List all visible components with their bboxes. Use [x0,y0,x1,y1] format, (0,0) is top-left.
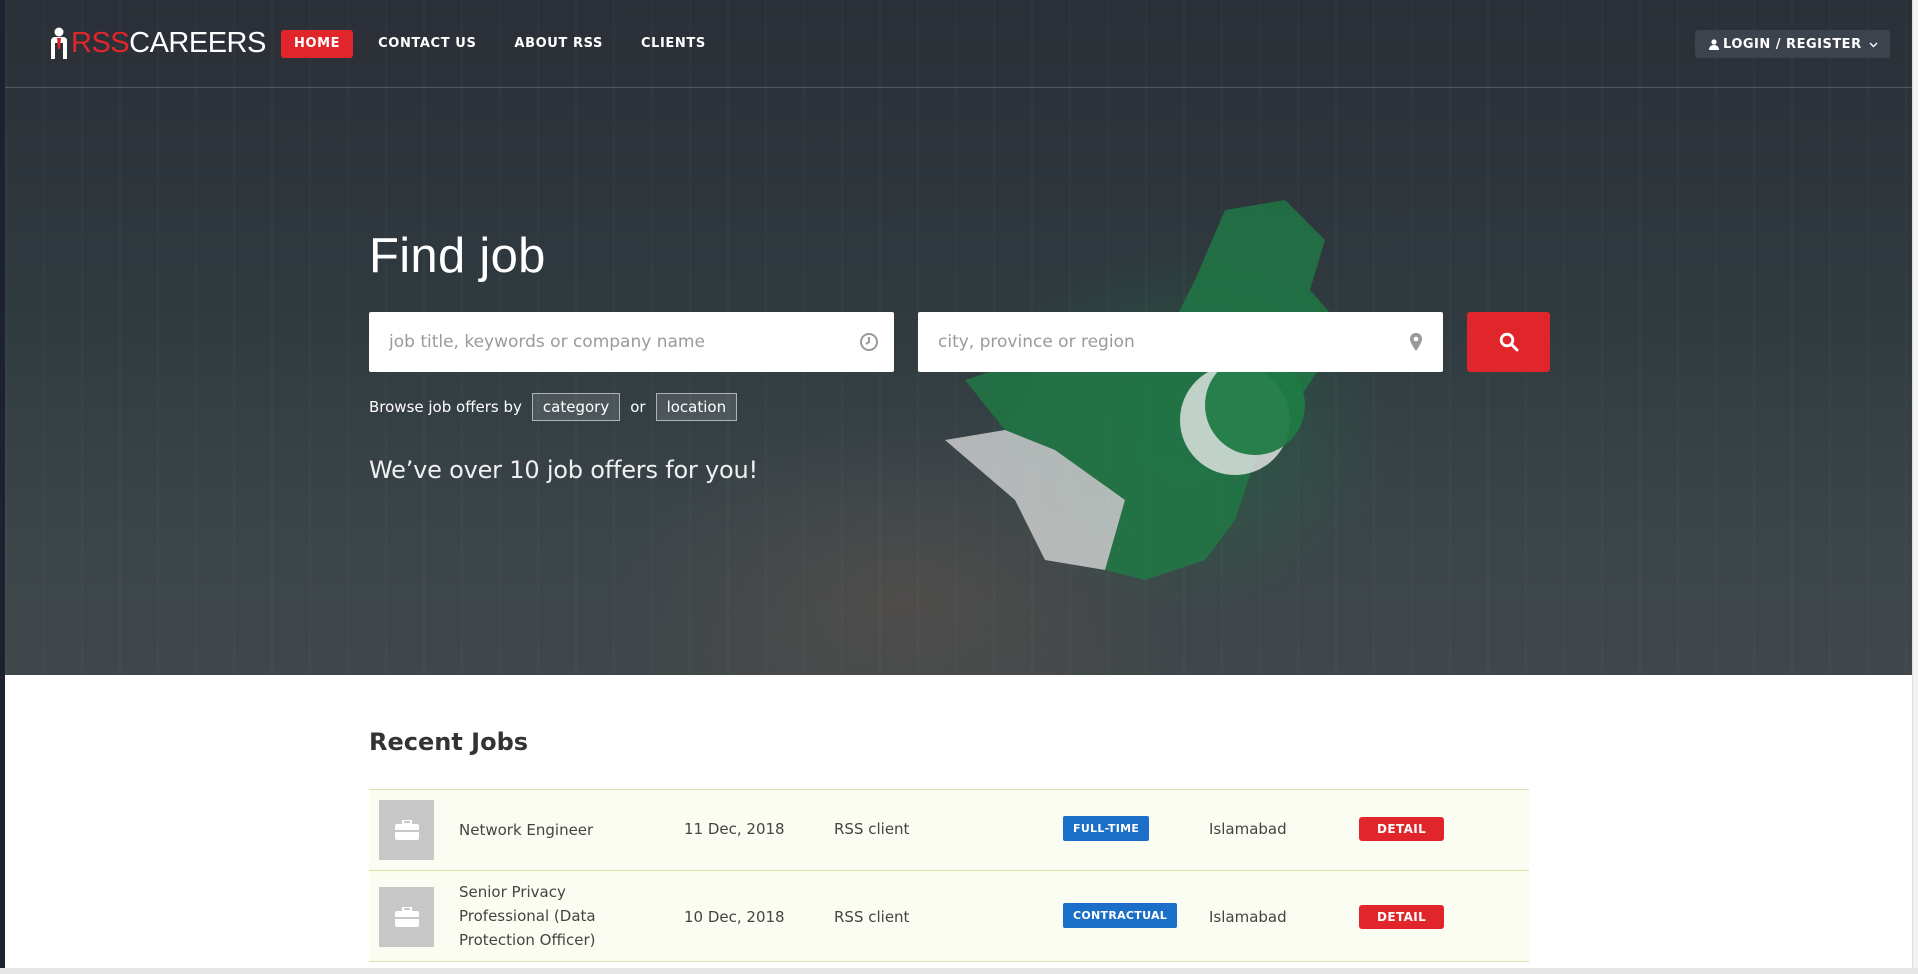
login-register-button[interactable]: LOGIN / REGISTER [1695,30,1890,58]
job-location: Islamabad [1209,908,1287,926]
job-thumbnail [379,887,434,947]
job-type-badge: FULL-TIME [1063,816,1150,841]
location-field [918,312,1443,372]
job-offers-count: We’ve over 10 job offers for you! [369,456,758,484]
map-graphic [945,200,1345,580]
window-bottom-edge [0,968,1918,974]
job-title[interactable]: Network Engineer [459,818,629,842]
job-row[interactable]: Senior Privacy Professional (Data Protec… [369,870,1529,962]
browse-location-link[interactable]: location [655,393,738,421]
job-detail-button[interactable]: DETAIL [1359,817,1445,841]
page-title: Find job [369,229,546,283]
main-nav: HOME CONTACT US ABOUT RSS CLIENTS [281,30,731,58]
search-button[interactable] [1467,312,1550,372]
login-register-label: LOGIN / REGISTER [1723,36,1862,52]
job-location: Islamabad [1209,820,1287,838]
site-header: RSS CAREERS HOME CONTACT US ABOUT RSS CL… [5,0,1912,88]
keyword-field [369,312,894,372]
nav-about-rss[interactable]: ABOUT RSS [501,30,616,58]
keyword-input[interactable] [369,312,894,372]
recent-jobs-title: Recent Jobs [369,728,529,756]
browse-prefix: Browse job offers by [369,398,522,416]
logo-careers-text: CAREERS [129,26,266,59]
nav-clients[interactable]: CLIENTS [628,30,719,58]
job-thumbnail [379,800,434,860]
browse-links: Browse job offers by category or locatio… [369,393,747,421]
user-icon [1709,38,1719,50]
job-row[interactable]: Network Engineer 11 Dec, 2018 RSS client… [369,789,1529,870]
nav-home[interactable]: HOME [281,30,354,58]
chevron-down-icon [1869,42,1878,47]
logo-person-icon [51,27,67,59]
scrollbar-track[interactable] [1912,0,1918,974]
job-title[interactable]: Senior Privacy Professional (Data Protec… [459,880,629,952]
job-detail-button[interactable]: DETAIL [1359,905,1445,929]
browse-category-link[interactable]: category [531,393,621,421]
map-pin-icon [1410,333,1422,351]
job-company: RSS client [834,820,910,838]
nav-contact-us[interactable]: CONTACT US [365,30,489,58]
briefcase-icon [394,907,419,927]
job-type-badge: CONTRACTUAL [1063,903,1178,928]
briefcase-icon [394,820,419,840]
search-icon [1499,332,1518,352]
browse-or-text: or [630,398,646,416]
logo-rss-text: RSS [71,26,130,59]
logo[interactable]: RSS CAREERS [49,26,266,60]
job-company: RSS client [834,908,910,926]
location-input[interactable] [918,312,1443,372]
job-date: 11 Dec, 2018 [684,820,785,838]
job-date: 10 Dec, 2018 [684,908,785,926]
clock-icon [860,333,878,351]
recent-jobs-list: Network Engineer 11 Dec, 2018 RSS client… [369,789,1529,962]
